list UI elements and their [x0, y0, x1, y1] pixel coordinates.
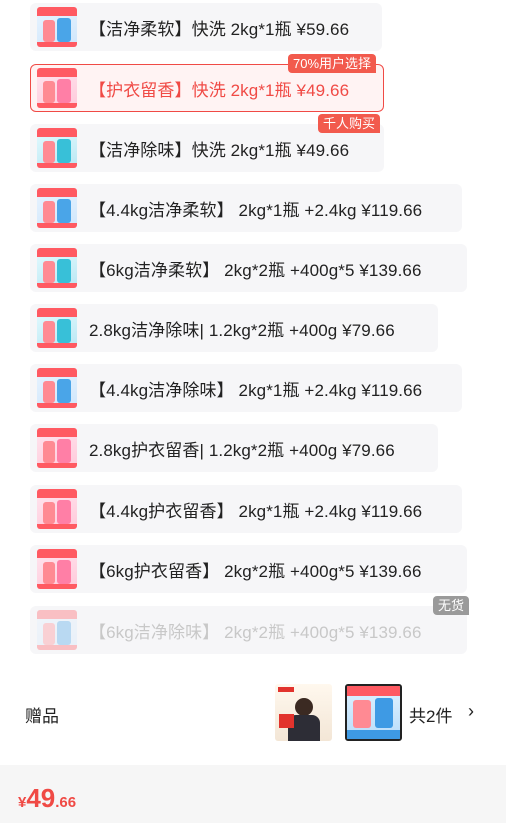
- product-thumbnail: [37, 68, 77, 108]
- sku-option[interactable]: 2.8kg护衣留香| 1.2kg*2瓶 +400g ¥79.66: [30, 424, 438, 472]
- product-thumbnail: [37, 188, 77, 228]
- sku-option-label: 【4.4kg洁净除味】 2kg*1瓶 +2.4kg ¥119.66: [89, 380, 423, 400]
- out-of-stock-badge: 无货: [433, 596, 470, 615]
- product-thumbnail: [37, 128, 77, 168]
- product-thumbnail: [37, 248, 77, 288]
- product-thumbnail: [37, 368, 77, 408]
- gift-count: 共2件: [409, 707, 453, 726]
- sku-option-label: 【护衣留香】快洗 2kg*1瓶 ¥49.66: [89, 80, 350, 100]
- sku-option[interactable]: 【4.4kg洁净除味】 2kg*1瓶 +2.4kg ¥119.66: [30, 364, 462, 412]
- purchases-badge: 千人购买: [318, 114, 381, 133]
- product-thumbnail: [37, 489, 77, 529]
- price-decimal: .66: [55, 794, 77, 811]
- product-thumbnail: [37, 308, 77, 348]
- sku-option-label: 【洁净柔软】快洗 2kg*1瓶 ¥59.66: [89, 19, 350, 39]
- sku-option[interactable]: 2.8kg洁净除味| 1.2kg*2瓶 +400g ¥79.66: [30, 304, 438, 352]
- sku-option-label: 2.8kg洁净除味| 1.2kg*2瓶 +400g ¥79.66: [89, 320, 395, 340]
- sku-option-out-of-stock: 【6kg洁净除味】 2kg*2瓶 +400g*5 ¥139.66: [30, 606, 467, 654]
- popular-choice-badge: 70%用户选择: [288, 54, 377, 73]
- sku-option[interactable]: 【6kg洁净柔软】 2kg*2瓶 +400g*5 ¥139.66: [30, 244, 467, 292]
- sku-option-label: 【4.4kg护衣留香】 2kg*1瓶 +2.4kg ¥119.66: [89, 501, 423, 521]
- product-thumbnail: [37, 428, 77, 468]
- sku-option-label: 2.8kg护衣留香| 1.2kg*2瓶 +400g ¥79.66: [89, 440, 395, 460]
- sku-selector-panel: 【洁净柔软】快洗 2kg*1瓶 ¥59.66 【护衣留香】快洗 2kg*1瓶 ¥…: [8, 0, 498, 765]
- sku-option[interactable]: 【4.4kg护衣留香】 2kg*1瓶 +2.4kg ¥119.66: [30, 485, 462, 533]
- sku-option-label: 【6kg洁净除味】 2kg*2瓶 +400g*5 ¥139.66: [89, 622, 422, 642]
- product-thumbnail: [37, 549, 77, 589]
- sku-option-label: 【洁净除味】快洗 2kg*1瓶 ¥49.66: [89, 140, 350, 160]
- sku-option-label: 【6kg洁净柔软】 2kg*2瓶 +400g*5 ¥139.66: [89, 260, 422, 280]
- product-thumbnail: [37, 7, 77, 47]
- sku-option[interactable]: 【洁净柔软】快洗 2kg*1瓶 ¥59.66: [30, 3, 382, 51]
- sku-option-label: 【4.4kg洁净柔软】 2kg*1瓶 +2.4kg ¥119.66: [89, 200, 423, 220]
- gift-image-spokesperson[interactable]: [275, 684, 332, 741]
- product-thumbnail: [37, 610, 77, 650]
- sku-option[interactable]: 【6kg护衣留香】 2kg*2瓶 +400g*5 ¥139.66: [30, 545, 467, 593]
- gift-label: 赠品: [25, 707, 59, 726]
- sku-option[interactable]: 【4.4kg洁净柔软】 2kg*1瓶 +2.4kg ¥119.66: [30, 184, 462, 232]
- gift-image-bottles[interactable]: [345, 684, 402, 741]
- price-display: ¥49.66: [18, 783, 76, 814]
- gift-row[interactable]: 赠品 共2件 ›: [8, 680, 498, 744]
- price-integer: 49: [26, 783, 56, 813]
- chevron-right-icon[interactable]: ›: [468, 701, 474, 722]
- sku-option-label: 【6kg护衣留香】 2kg*2瓶 +400g*5 ¥139.66: [89, 561, 422, 581]
